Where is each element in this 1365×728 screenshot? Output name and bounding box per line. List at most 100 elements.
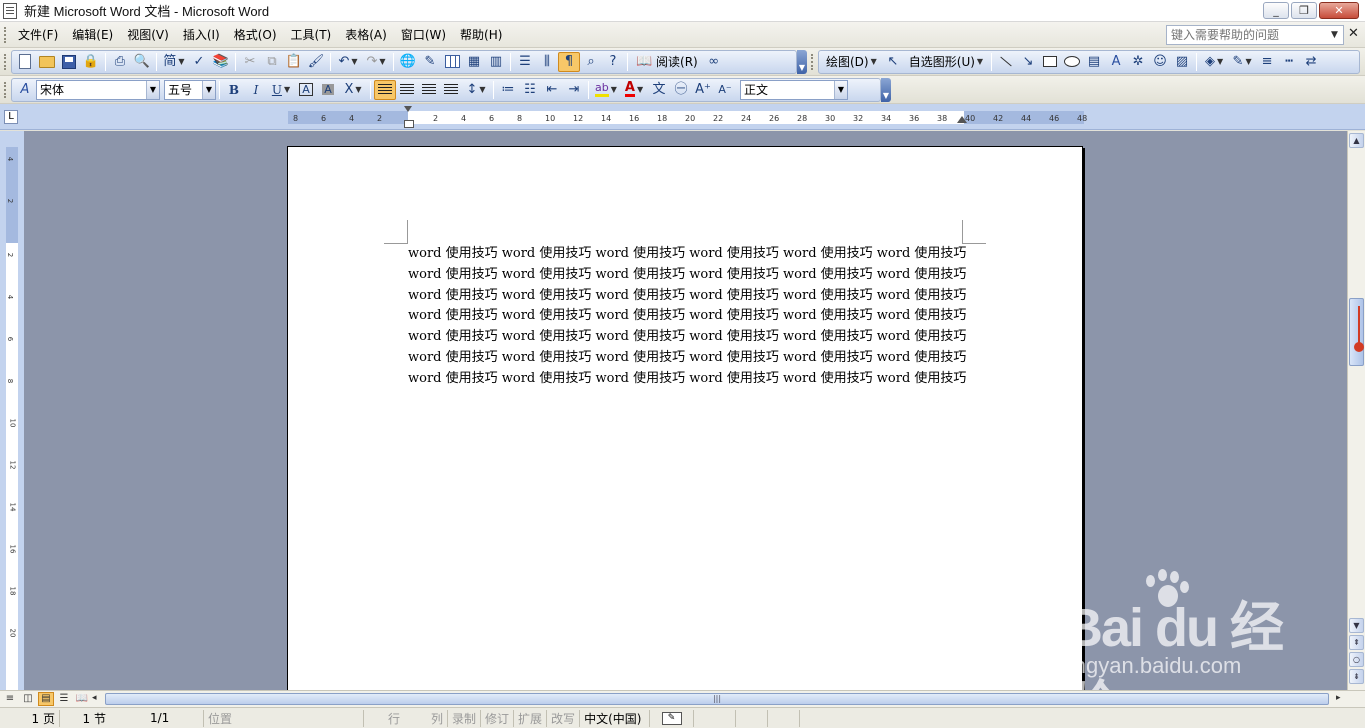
- character-shading-button[interactable]: A: [317, 80, 339, 100]
- horizontal-scroll-track[interactable]: |||: [102, 693, 1334, 706]
- tab-selector[interactable]: L: [4, 110, 18, 124]
- document-line[interactable]: word 使用技巧 word 使用技巧 word 使用技巧 word 使用技巧 …: [408, 306, 968, 327]
- font-color-button[interactable]: A ▼: [620, 80, 648, 100]
- insert-picture-button[interactable]: ▨: [1171, 52, 1193, 72]
- underline-button[interactable]: U ▼: [267, 80, 295, 100]
- chevron-down-icon[interactable]: ▼: [1331, 30, 1338, 40]
- previous-page-button[interactable]: ⇞: [1349, 635, 1364, 650]
- character-border-button[interactable]: A: [295, 80, 317, 100]
- style-combo[interactable]: 正文 ▼: [740, 79, 848, 100]
- horizontal-scroll-thumb[interactable]: |||: [105, 693, 1329, 705]
- justify-button[interactable]: [440, 80, 462, 100]
- document-line[interactable]: word 使用技巧 word 使用技巧 word 使用技巧 word 使用技巧 …: [408, 244, 968, 265]
- select-browse-object-button[interactable]: ○: [1349, 652, 1364, 667]
- menu-file[interactable]: 文件(F): [11, 23, 65, 46]
- find-button[interactable]: ∞: [703, 52, 725, 72]
- grow-font-button[interactable]: A⁺: [692, 80, 714, 100]
- status-language[interactable]: 中文(中国): [580, 709, 651, 727]
- diagram-button[interactable]: ✲: [1127, 52, 1149, 72]
- menu-tools[interactable]: 工具(T): [284, 23, 339, 46]
- save-button[interactable]: [58, 52, 80, 72]
- scroll-down-button[interactable]: ▼: [1349, 618, 1364, 633]
- open-button[interactable]: [36, 52, 58, 72]
- columns-button[interactable]: ▥: [485, 52, 507, 72]
- document-area[interactable]: word 使用技巧 word 使用技巧 word 使用技巧 word 使用技巧 …: [24, 131, 1347, 690]
- arrow-button[interactable]: ↘: [1017, 52, 1039, 72]
- font-name-combo[interactable]: 宋体 ▼: [36, 79, 160, 100]
- enclose-characters-button[interactable]: ㊀: [670, 80, 692, 100]
- line-color-button[interactable]: ✎ ▼: [1228, 52, 1256, 72]
- toolbar-options-button[interactable]: ▼: [797, 49, 807, 74]
- read-button[interactable]: 📖 阅读(R): [631, 52, 703, 72]
- line-button[interactable]: [995, 52, 1017, 72]
- align-right-button[interactable]: [418, 80, 440, 100]
- text-box-button[interactable]: ▤: [1083, 52, 1105, 72]
- undo-button[interactable]: ↶ ▼: [334, 52, 362, 72]
- print-button[interactable]: ⎙: [109, 52, 131, 72]
- status-track-changes[interactable]: 修订: [481, 709, 515, 727]
- new-document-button[interactable]: [14, 52, 36, 72]
- dash-style-button[interactable]: ┅: [1278, 52, 1300, 72]
- font-size-combo[interactable]: 五号 ▼: [164, 79, 216, 100]
- vertical-scroll-thumb[interactable]: [1349, 298, 1364, 366]
- simplified-chinese-button[interactable]: 简 ▼: [160, 52, 188, 72]
- toolbar-grip[interactable]: [811, 53, 814, 70]
- clip-art-button[interactable]: ☺: [1149, 52, 1171, 72]
- reading-layout-view-button[interactable]: 📖: [74, 692, 90, 706]
- close-window-button[interactable]: ✕: [1319, 2, 1359, 19]
- menu-edit[interactable]: 编辑(E): [65, 23, 120, 46]
- document-line[interactable]: word 使用技巧 word 使用技巧 word 使用技巧 word 使用技巧 …: [408, 327, 968, 348]
- menu-window[interactable]: 窗口(W): [394, 23, 453, 46]
- toolbar-options-button[interactable]: ▼: [881, 77, 891, 102]
- draw-menu-button[interactable]: 绘图(D) ▼: [821, 52, 882, 72]
- close-document-button[interactable]: ✕: [1348, 26, 1359, 41]
- document-line[interactable]: word 使用技巧 word 使用技巧 word 使用技巧 word 使用技巧 …: [408, 348, 968, 369]
- normal-view-button[interactable]: ≡: [2, 692, 18, 706]
- drawing-button[interactable]: ☰: [514, 52, 536, 72]
- insert-excel-button[interactable]: ▦: [463, 52, 485, 72]
- horizontal-ruler[interactable]: 8 6 4 2 2 4 6 8 10 12 14 16 18 20 22 24 26 28 30 32 34 36 38 40…: [288, 106, 1087, 128]
- document-line[interactable]: word 使用技巧 word 使用技巧 word 使用技巧 word 使用技巧 …: [408, 265, 968, 286]
- autoshapes-button[interactable]: 自选图形(U) ▼: [904, 52, 988, 72]
- help-search-box[interactable]: ▼: [1166, 25, 1344, 45]
- scroll-left-button[interactable]: ◂: [92, 693, 97, 703]
- outline-view-button[interactable]: ☰: [56, 692, 72, 706]
- next-page-button[interactable]: ⇟: [1349, 669, 1364, 684]
- vertical-scrollbar[interactable]: ▲ ▼ ⇞ ○ ⇟: [1347, 131, 1365, 690]
- arrow-style-button[interactable]: ⇄: [1300, 52, 1322, 72]
- character-scaling-button[interactable]: X ▼: [339, 80, 367, 100]
- highlight-button[interactable]: ab ▼: [592, 80, 620, 100]
- insert-hyperlink-button[interactable]: 🌐: [397, 52, 419, 72]
- line-spacing-button[interactable]: ↕ ▼: [462, 80, 490, 100]
- toolbar-grip[interactable]: [4, 26, 7, 43]
- web-layout-view-button[interactable]: ◫: [20, 692, 36, 706]
- status-record[interactable]: 录制: [448, 709, 482, 727]
- menu-insert[interactable]: 插入(I): [176, 23, 227, 46]
- permission-button[interactable]: 🔒: [80, 52, 102, 72]
- minimize-button[interactable]: _: [1263, 2, 1289, 19]
- align-left-button[interactable]: [374, 79, 396, 100]
- format-painter-button[interactable]: 🖌: [305, 52, 327, 72]
- oval-button[interactable]: [1061, 52, 1083, 72]
- menu-help[interactable]: 帮助(H): [453, 23, 509, 46]
- bold-button[interactable]: B: [223, 80, 245, 100]
- chevron-down-icon[interactable]: ▼: [202, 80, 215, 99]
- document-page[interactable]: word 使用技巧 word 使用技巧 word 使用技巧 word 使用技巧 …: [287, 146, 1083, 690]
- research-button[interactable]: 📚: [210, 52, 232, 72]
- vertical-ruler[interactable]: 4 2 2 4 6 8 10 12 14 16 18 20: [6, 147, 18, 690]
- chevron-down-icon[interactable]: ▼: [146, 80, 159, 99]
- menu-format[interactable]: 格式(O): [227, 23, 284, 46]
- wordart-button[interactable]: A: [1105, 52, 1127, 72]
- menu-view[interactable]: 视图(V): [120, 23, 176, 46]
- status-overtype[interactable]: 改写: [547, 709, 581, 727]
- zoom-button[interactable]: ⌕: [580, 52, 602, 72]
- first-line-indent-marker[interactable]: [403, 106, 414, 130]
- print-preview-button[interactable]: 🔍: [131, 52, 153, 72]
- paste-button[interactable]: 📋: [283, 52, 305, 72]
- toolbar-grip[interactable]: [4, 53, 7, 70]
- restore-button[interactable]: ❐: [1291, 2, 1317, 19]
- increase-indent-button[interactable]: ⇥: [563, 80, 585, 100]
- toolbar-grip[interactable]: [4, 81, 7, 98]
- document-line[interactable]: word 使用技巧 word 使用技巧 word 使用技巧 word 使用技巧 …: [408, 286, 968, 307]
- line-style-button[interactable]: ≡: [1256, 52, 1278, 72]
